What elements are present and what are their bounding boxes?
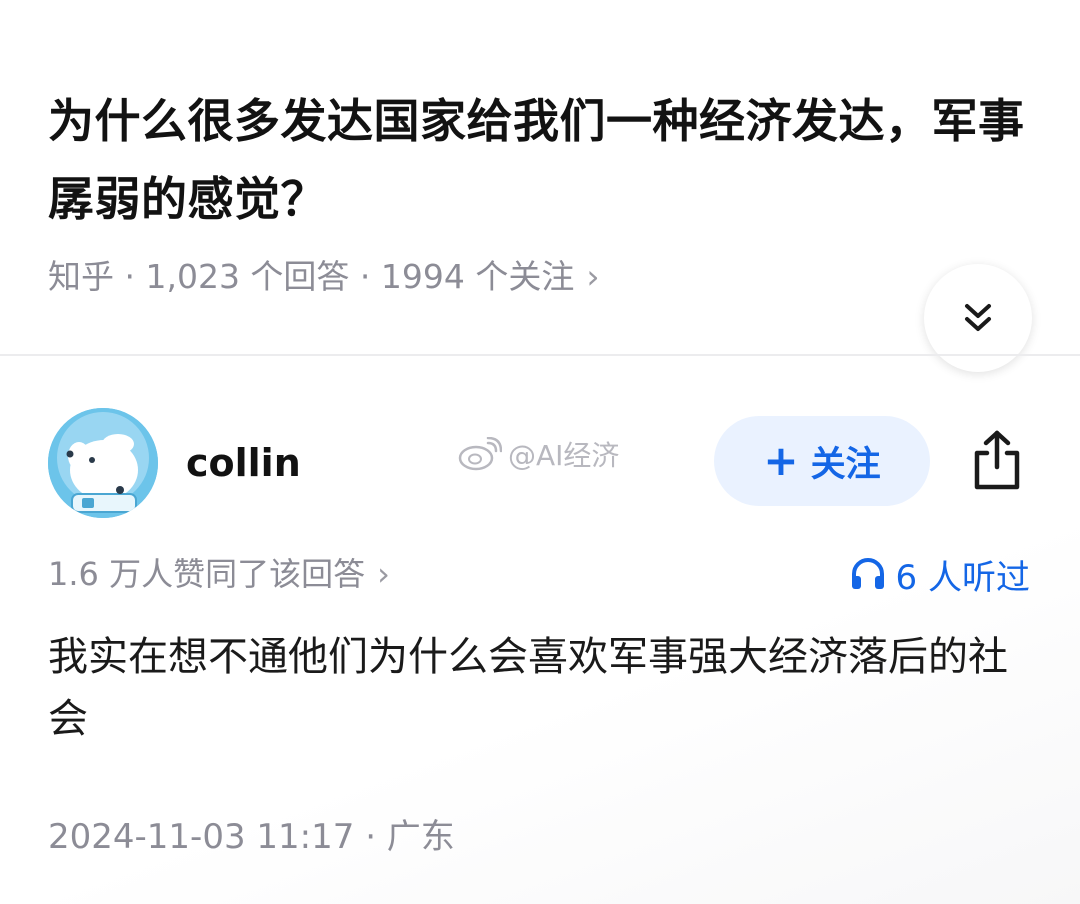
question-meta[interactable]: 知乎 · 1,023 个回答 · 1994 个关注 › bbox=[48, 252, 600, 302]
chevron-right-icon: › bbox=[377, 555, 390, 593]
listen-count: 6 人听过 bbox=[895, 557, 1030, 598]
question-meta-text: 知乎 · 1,023 个回答 · 1994 个关注 bbox=[48, 257, 575, 296]
listen-button[interactable]: 6 人听过 bbox=[850, 550, 1030, 598]
question-title[interactable]: 为什么很多发达国家给我们一种经济发达，军事孱弱的感觉？ bbox=[48, 82, 1038, 238]
answer-page: 为什么很多发达国家给我们一种经济发达，军事孱弱的感觉？ 知乎 · 1,023 个… bbox=[0, 0, 1080, 904]
dog-astronaut-avatar bbox=[48, 408, 158, 518]
avatar[interactable] bbox=[48, 408, 158, 518]
section-divider bbox=[0, 354, 1080, 356]
likes-summary[interactable]: 1.6 万人赞同了该回答 › bbox=[48, 550, 390, 598]
answer-timestamp-location: 2024-11-03 11:17 · 广东 bbox=[48, 817, 455, 857]
share-icon bbox=[974, 430, 1020, 490]
follow-button[interactable]: + 关注 bbox=[714, 416, 930, 506]
answer-body[interactable]: 我实在想不通他们为什么会喜欢军事强大经济落后的社会 bbox=[48, 626, 1028, 750]
likes-text: 1.6 万人赞同了该回答 bbox=[48, 555, 366, 593]
weibo-icon bbox=[458, 437, 502, 471]
plus-icon: + bbox=[763, 436, 799, 485]
headphones-icon bbox=[851, 558, 884, 589]
watermark: @AI经济 bbox=[458, 434, 619, 474]
follow-button-label: 关注 bbox=[810, 444, 881, 485]
double-chevron-down-icon bbox=[965, 304, 991, 331]
author-name[interactable]: collin bbox=[186, 436, 301, 490]
chevron-right-icon: › bbox=[586, 257, 600, 296]
watermark-text: @AI经济 bbox=[508, 439, 620, 472]
share-button[interactable] bbox=[964, 424, 1030, 496]
